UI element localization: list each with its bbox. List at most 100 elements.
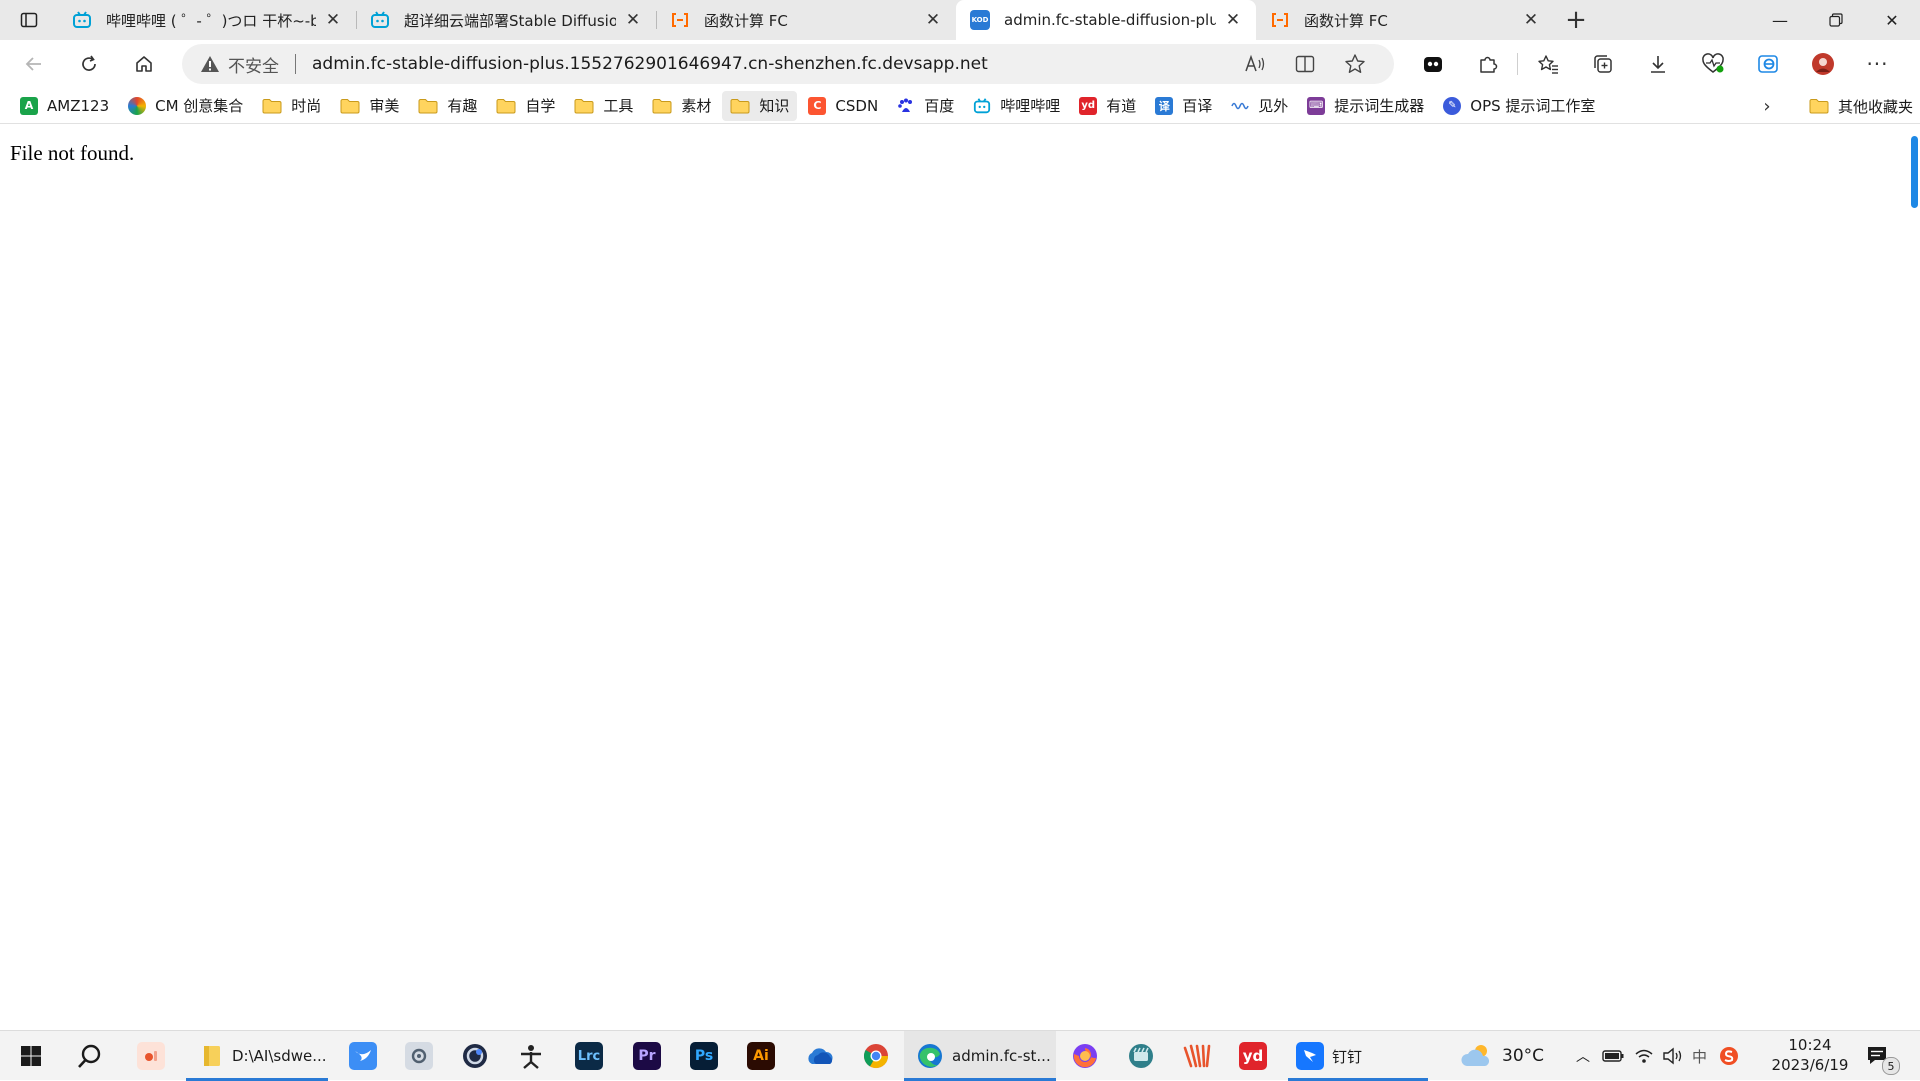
bookmarks-bar: A AMZ123 CM 创意集合 时尚 审美 有趣 自学 工具 素材 知识 C … bbox=[0, 88, 1920, 124]
address-bar[interactable]: 不安全 admin.fc-stable-diffusion-plus.15527… bbox=[182, 44, 1394, 84]
close-icon[interactable]: ✕ bbox=[322, 9, 344, 31]
new-tab-button[interactable]: + bbox=[1554, 0, 1598, 40]
tab-tutorial[interactable]: 超详细云端部署Stable Diffusion教程 ✕ bbox=[356, 0, 656, 40]
scrollbar-thumb[interactable] bbox=[1911, 136, 1918, 208]
bookmark-label: CSDN bbox=[835, 96, 879, 115]
bookmark-jianwai[interactable]: 见外 bbox=[1223, 91, 1296, 121]
start-button[interactable] bbox=[8, 1031, 54, 1081]
back-button[interactable] bbox=[8, 44, 60, 84]
refresh-button[interactable] bbox=[63, 44, 115, 84]
bookmark-prompt-generator[interactable]: ⌨ 提示词生成器 bbox=[1299, 91, 1432, 121]
heart-pulse-icon bbox=[1701, 53, 1724, 73]
cm-icon bbox=[128, 96, 147, 115]
taskbar-app-firefox[interactable] bbox=[1062, 1031, 1108, 1081]
bookmark-amz123[interactable]: A AMZ123 bbox=[12, 91, 117, 121]
collections-button[interactable] bbox=[1575, 44, 1630, 84]
taskbar-app-feishu[interactable] bbox=[340, 1031, 386, 1081]
stripes-app-icon bbox=[1183, 1044, 1211, 1068]
close-icon[interactable]: ✕ bbox=[1520, 9, 1542, 31]
star-icon bbox=[1345, 54, 1365, 73]
bookmark-other-favorites[interactable]: 其他收藏夹 bbox=[1801, 91, 1920, 121]
toolbar-divider bbox=[1517, 53, 1518, 75]
bookmarks-overflow-button[interactable]: › bbox=[1752, 91, 1782, 121]
taskbar-app-lightroom[interactable]: Lrc bbox=[566, 1031, 612, 1081]
sogou-ime-icon[interactable] bbox=[1719, 1046, 1739, 1066]
taskbar-app-dingtalk[interactable]: 钉钉 bbox=[1288, 1031, 1428, 1081]
tab-fc-2[interactable]: 函数计算 FC ✕ bbox=[1256, 0, 1554, 40]
cinema4d-icon bbox=[463, 1044, 487, 1068]
bookmark-folder-materials[interactable]: 素材 bbox=[644, 91, 719, 121]
favorites-button[interactable] bbox=[1520, 44, 1575, 84]
restore-button[interactable] bbox=[1808, 0, 1864, 40]
ops-icon: ✎ bbox=[1443, 96, 1462, 115]
taskbar-app-recorder[interactable] bbox=[128, 1031, 174, 1081]
taskbar-app-explorer[interactable]: D:\AI\sdwe... bbox=[186, 1031, 328, 1081]
bookmark-bilibili[interactable]: 哔哩哔哩 bbox=[965, 91, 1068, 121]
bookmark-youdao[interactable]: yd 有道 bbox=[1071, 91, 1144, 121]
extension-button[interactable] bbox=[1405, 44, 1460, 84]
downloads-button[interactable] bbox=[1630, 44, 1685, 84]
bookmark-csdn[interactable]: C CSDN bbox=[800, 91, 886, 121]
baiyi-icon: 译 bbox=[1155, 96, 1174, 115]
bookmark-ops[interactable]: ✎ OPS 提示词工作室 bbox=[1435, 91, 1603, 121]
wifi-icon[interactable] bbox=[1634, 1047, 1654, 1065]
download-icon bbox=[1650, 56, 1665, 73]
taskbar-app-premiere[interactable]: Pr bbox=[624, 1031, 670, 1081]
tab-fc-1[interactable]: 函数计算 FC ✕ bbox=[656, 0, 956, 40]
profile-button[interactable] bbox=[1795, 44, 1850, 84]
url-text[interactable]: admin.fc-stable-diffusion-plus.155276290… bbox=[312, 54, 1230, 74]
bookmark-baiyi[interactable]: 译 百译 bbox=[1147, 91, 1220, 121]
bookmark-folder-tools[interactable]: 工具 bbox=[566, 91, 641, 121]
home-button[interactable] bbox=[118, 44, 170, 84]
bookmark-folder-fun[interactable]: 有趣 bbox=[410, 91, 485, 121]
taskbar-app-stripes[interactable] bbox=[1174, 1031, 1220, 1081]
bookmark-folder-knowledge[interactable]: 知识 bbox=[722, 90, 798, 121]
taskbar-app-video[interactable] bbox=[1118, 1031, 1164, 1081]
system-clock[interactable]: 10:24 2023/6/19 bbox=[1760, 1035, 1860, 1075]
add-favorite-button[interactable] bbox=[1330, 47, 1380, 81]
refresh-icon bbox=[82, 55, 96, 71]
search-button[interactable] bbox=[66, 1031, 114, 1081]
folder-icon bbox=[730, 98, 750, 113]
battery-icon[interactable] bbox=[1602, 1049, 1624, 1063]
extensions-button[interactable] bbox=[1460, 44, 1515, 84]
close-icon[interactable]: ✕ bbox=[1222, 9, 1244, 31]
bookmark-folder-selfstudy[interactable]: 自学 bbox=[488, 91, 563, 121]
restore-icon bbox=[1829, 13, 1843, 27]
edge-bar-button[interactable] bbox=[1740, 44, 1795, 84]
bookmark-baidu[interactable]: 百度 bbox=[889, 91, 962, 121]
taskbar-app-utility[interactable] bbox=[396, 1031, 442, 1081]
taskbar-app-edge[interactable]: admin.fc-st... bbox=[904, 1031, 1056, 1081]
minimize-button[interactable]: — bbox=[1752, 0, 1808, 40]
tab-bilibili[interactable]: 哔哩哔哩 ( ゜- ゜)つロ 干杯~-bilibili ✕ bbox=[58, 0, 356, 40]
bookmark-folder-fashion[interactable]: 时尚 bbox=[254, 91, 329, 121]
bookmark-folder-aesthetics[interactable]: 审美 bbox=[332, 91, 407, 121]
close-icon[interactable]: ✕ bbox=[622, 9, 644, 31]
taskbar-app-zbrush[interactable] bbox=[508, 1031, 554, 1081]
close-window-button[interactable]: ✕ bbox=[1864, 0, 1920, 40]
close-icon[interactable]: ✕ bbox=[922, 9, 944, 31]
photoshop-icon: Ps bbox=[690, 1042, 718, 1070]
taskbar-app-onedrive[interactable] bbox=[796, 1031, 842, 1081]
prompt-gen-icon: ⌨ bbox=[1307, 96, 1326, 115]
performance-button[interactable] bbox=[1685, 44, 1740, 84]
taskbar-app-youdao[interactable]: yd bbox=[1230, 1031, 1276, 1081]
tab-actions-button[interactable] bbox=[0, 0, 58, 40]
security-indicator[interactable]: 不安全 bbox=[200, 52, 279, 77]
split-screen-button[interactable] bbox=[1280, 47, 1330, 81]
settings-menu-button[interactable]: ··· bbox=[1850, 44, 1905, 84]
weather-widget[interactable]: 30°C bbox=[1460, 1031, 1544, 1081]
notification-center-button[interactable]: 5 bbox=[1866, 1031, 1900, 1081]
taskbar-app-photoshop[interactable]: Ps bbox=[681, 1031, 727, 1081]
volume-icon[interactable] bbox=[1662, 1047, 1684, 1065]
taskbar-app-illustrator[interactable]: Ai bbox=[738, 1031, 784, 1081]
tab-admin-active[interactable]: KOD admin.fc-stable-diffusion-plus.15527… bbox=[956, 0, 1256, 40]
taskbar-app-cinema4d[interactable] bbox=[452, 1031, 498, 1081]
read-aloud-button[interactable] bbox=[1230, 47, 1280, 81]
taskbar-app-chrome[interactable] bbox=[853, 1031, 899, 1081]
taskbar-app-label: D:\AI\sdwe... bbox=[232, 1047, 327, 1065]
input-method-indicator[interactable]: 中 bbox=[1692, 1046, 1707, 1067]
address-divider bbox=[295, 54, 296, 74]
bookmark-cm[interactable]: CM 创意集合 bbox=[120, 91, 251, 121]
show-hidden-icons-button[interactable]: ︿ bbox=[1572, 1046, 1594, 1066]
